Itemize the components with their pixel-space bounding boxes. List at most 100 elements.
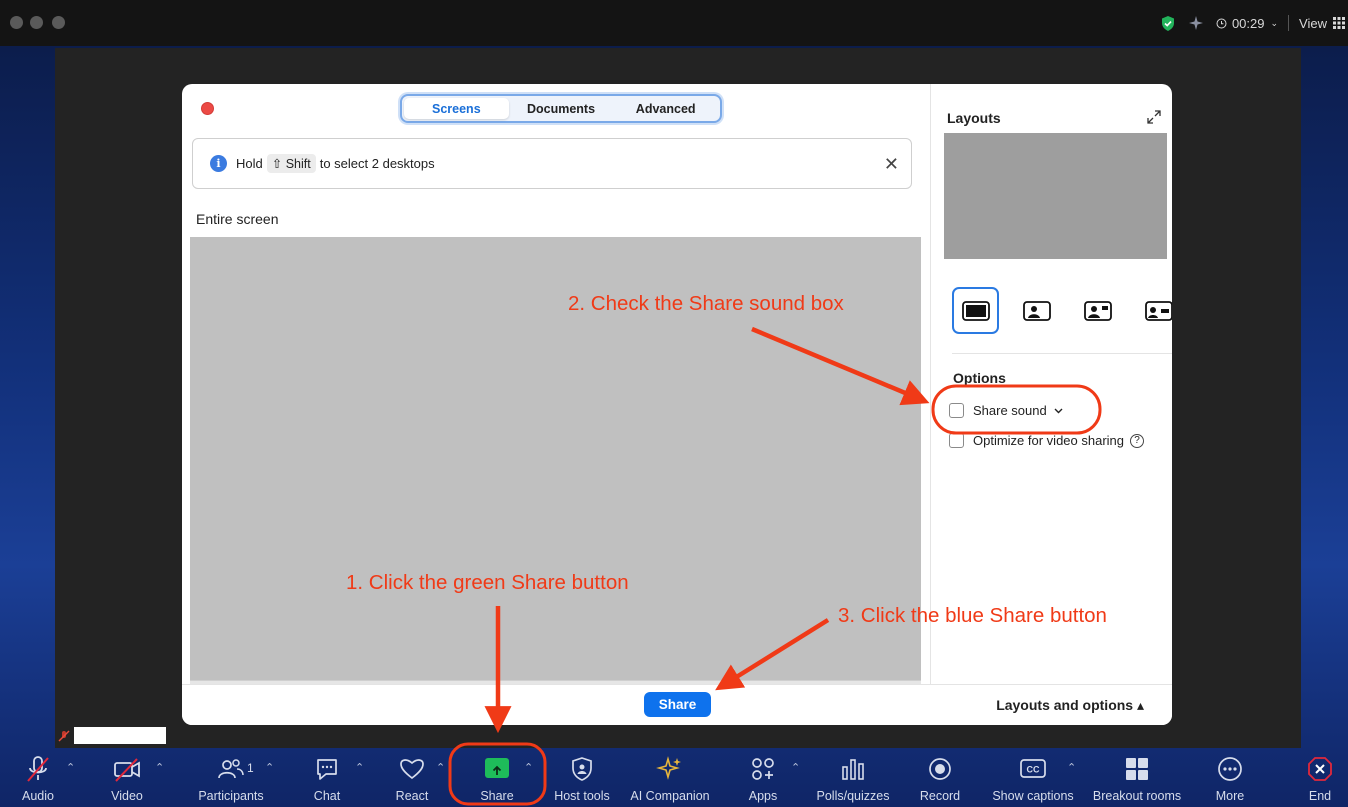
toolbar-apps[interactable]: Apps: [733, 749, 793, 807]
toolbar-audio[interactable]: Audio: [8, 749, 68, 807]
optimize-video-checkbox[interactable]: [949, 433, 964, 448]
optimize-video-option[interactable]: Optimize for video sharing ?: [949, 433, 1145, 448]
screen-only-layout-icon: [961, 300, 990, 321]
annotation-step-2: 2. Check the Share sound box: [568, 292, 844, 315]
toolbar-video[interactable]: Video: [97, 749, 157, 807]
video-caret-icon[interactable]: ⌃: [155, 761, 164, 774]
audio-caret-icon[interactable]: ⌃: [66, 761, 75, 774]
toolbar-polls[interactable]: Polls/quizzes: [813, 749, 893, 807]
polls-icon: [842, 759, 864, 780]
toolbar-apps-label: Apps: [748, 789, 778, 803]
participant-name-tag: [74, 727, 166, 744]
window-close-dot[interactable]: [10, 16, 23, 29]
shift-key-label: ⇧ Shift: [266, 154, 316, 173]
window-zoom-dot[interactable]: [52, 16, 65, 29]
share-screen-icon: [485, 758, 509, 778]
heart-icon: [400, 759, 424, 780]
close-icon[interactable]: ✕: [884, 155, 899, 173]
chat-icon: [317, 759, 337, 780]
options-title: Options: [953, 370, 1006, 386]
window-minimize-dot[interactable]: [30, 16, 43, 29]
toolbar-more[interactable]: More: [1200, 749, 1260, 807]
participants-caret-icon[interactable]: ⌃: [265, 761, 274, 774]
layout-options: [952, 287, 1172, 334]
layouts-and-options-toggle[interactable]: Layouts and options ▴: [996, 697, 1144, 714]
tab-documents[interactable]: Documents: [509, 98, 614, 119]
toolbar-ai-companion[interactable]: AI Companion: [630, 749, 710, 807]
participant-count: 1: [247, 761, 254, 775]
mic-muted-icon: [27, 756, 49, 782]
help-icon[interactable]: ?: [1130, 433, 1145, 448]
toolbar-react-label: React: [395, 789, 429, 803]
captions-caret-icon[interactable]: ⌃: [1067, 761, 1076, 774]
layout-presenter-center[interactable]: [1013, 287, 1060, 334]
multi-desktop-hint: i Hold ⇧ Shift to select 2 desktops ✕: [192, 138, 912, 189]
toolbar-chat-label: Chat: [313, 789, 341, 803]
divider: [1288, 15, 1290, 31]
toolbar-host-tools[interactable]: Host tools: [551, 749, 613, 807]
side-by-side-layout-icon: [1083, 300, 1112, 321]
share-sound-checkbox[interactable]: [949, 403, 964, 418]
end-icon: [1308, 757, 1332, 781]
chevron-down-icon: ⌄: [1270, 17, 1279, 28]
captions-icon: CC: [1020, 759, 1046, 778]
toolbar-more-label: More: [1215, 789, 1245, 803]
annotation-step-1: 1. Click the green Share button: [346, 571, 629, 594]
expand-icon[interactable]: [1146, 109, 1162, 125]
toolbar-chat[interactable]: Chat: [297, 749, 357, 807]
sparkle-icon: [656, 756, 681, 780]
hint-text-before: Hold: [236, 156, 263, 171]
tab-screens[interactable]: Screens: [404, 98, 509, 119]
share-sound-option[interactable]: Share sound: [949, 403, 1063, 418]
toolbar-participants[interactable]: Participants: [196, 749, 266, 807]
view-button[interactable]: View: [1299, 16, 1348, 31]
toolbar-show-captions[interactable]: CC Show captions: [988, 749, 1078, 807]
react-caret-icon[interactable]: ⌃: [436, 761, 445, 774]
toolbar-share[interactable]: Share: [467, 749, 527, 807]
chevron-down-icon[interactable]: [1054, 408, 1063, 414]
security-shield-icon[interactable]: [1160, 15, 1176, 32]
toolbar-breakout-rooms[interactable]: Breakout rooms: [1090, 749, 1184, 807]
svg-text:CC: CC: [1027, 765, 1040, 775]
share-screen-dialog: Screens Documents Advanced i Hold ⇧ Shif…: [182, 84, 1172, 725]
toolbar-polls-label: Polls/quizzes: [816, 789, 890, 803]
ai-sparkle-icon[interactable]: [1188, 15, 1204, 31]
grid-view-icon: [1333, 17, 1345, 29]
toolbar-react[interactable]: React: [382, 749, 442, 807]
timer[interactable]: 00:29 ⌄: [1216, 16, 1278, 31]
dialog-close-button[interactable]: [201, 102, 214, 115]
top-right-controls: 00:29 ⌄ View: [1160, 14, 1348, 32]
picture-in-picture-layout-icon: [1144, 300, 1172, 321]
toolbar-end[interactable]: End: [1295, 749, 1345, 807]
toolbar-video-label: Video: [111, 789, 143, 803]
share-tabs: Screens Documents Advanced: [400, 94, 722, 123]
share-button[interactable]: Share: [644, 692, 711, 717]
toolbar-ai-companion-label: AI Companion: [630, 789, 710, 803]
apps-icon: [752, 758, 774, 780]
clock-icon: [1216, 18, 1227, 28]
presenter-layout-icon: [1022, 300, 1051, 321]
toolbar-captions-label: Show captions: [992, 789, 1074, 803]
share-sound-label: Share sound: [973, 403, 1047, 418]
divider: [952, 353, 1172, 354]
layout-preview: [944, 133, 1167, 259]
layout-presenter-side[interactable]: [1074, 287, 1121, 334]
muted-mic-icon: [58, 730, 70, 742]
annotation-step-3: 3. Click the blue Share button: [838, 604, 1107, 627]
breakout-rooms-icon: [1126, 758, 1148, 780]
entire-screen-label: Entire screen: [196, 211, 279, 227]
apps-caret-icon[interactable]: ⌃: [791, 761, 800, 774]
chat-caret-icon[interactable]: ⌃: [355, 761, 364, 774]
hint-text-after: to select 2 desktops: [319, 156, 435, 171]
layout-screen-only[interactable]: [952, 287, 999, 334]
timer-text: 00:29: [1231, 15, 1265, 31]
toolbar-host-tools-label: Host tools: [554, 789, 610, 803]
panel-divider: [930, 84, 931, 684]
tab-advanced[interactable]: Advanced: [613, 98, 718, 119]
layout-presenter-box[interactable]: [1135, 287, 1172, 334]
video-off-icon: [114, 758, 140, 782]
info-icon: i: [210, 155, 227, 172]
toolbar-record[interactable]: Record: [910, 749, 970, 807]
share-caret-icon[interactable]: ⌃: [524, 761, 533, 774]
title-bar: 00:29 ⌄ View: [0, 0, 1348, 46]
